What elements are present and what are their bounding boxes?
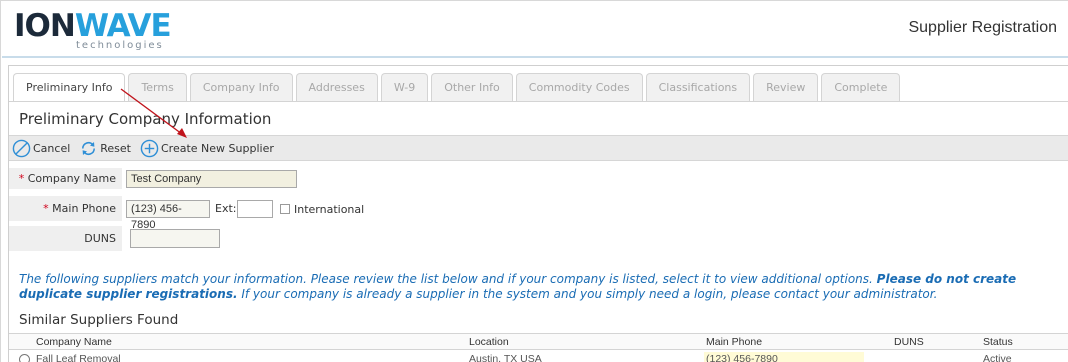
main-phone-label: * Main Phone: [9, 196, 122, 222]
tab-review[interactable]: Review: [753, 73, 819, 101]
reset-arrows-icon: [82, 141, 96, 155]
required-marker: *: [18, 172, 25, 185]
tab-company-info[interactable]: Company Info: [189, 73, 293, 101]
main-phone-label-text: Main Phone: [52, 202, 116, 215]
table-row[interactable]: Fall Leaf Removal Austin, TX USA (123) 4…: [9, 352, 1068, 362]
column-company-name[interactable]: Company Name: [36, 334, 112, 350]
tab-complete[interactable]: Complete: [821, 73, 901, 101]
duns-row: DUNS: [9, 226, 1068, 252]
cell-status: Active: [983, 353, 1012, 362]
duns-label: DUNS: [9, 226, 122, 252]
main-phone-row: * Main Phone (123) 456-7890 Ext: Interna…: [9, 196, 1068, 231]
cancel-circle-icon: [12, 139, 31, 157]
ext-input[interactable]: [237, 200, 273, 218]
reset-button[interactable]: Reset: [79, 139, 131, 158]
app-frame: IONWAVE technologies Supplier Registrati…: [0, 0, 1068, 362]
cancel-button[interactable]: Cancel: [12, 139, 70, 158]
tab-commodity-codes[interactable]: Commodity Codes: [515, 73, 643, 101]
create-new-supplier-label: Create New Supplier: [161, 141, 274, 155]
international-label: International: [294, 203, 365, 216]
required-marker: *: [43, 202, 49, 215]
duns-input[interactable]: [130, 229, 220, 248]
column-status[interactable]: Status: [983, 334, 1013, 350]
tab-terms[interactable]: Terms: [128, 73, 187, 101]
app-header: IONWAVE technologies Supplier Registrati…: [2, 2, 1068, 58]
registration-panel: Preliminary Info Terms Company Info Addr…: [8, 65, 1068, 362]
tab-bar: Preliminary Info Terms Company Info Addr…: [13, 73, 901, 102]
supplier-select-radio[interactable]: [19, 354, 30, 362]
info-text-part-2: If your company is already a supplier in…: [237, 287, 938, 301]
company-name-label: * Company Name: [9, 168, 122, 190]
logo-subtitle: technologies: [76, 40, 164, 51]
similar-suppliers-header: Company Name Location Main Phone DUNS St…: [9, 333, 1068, 350]
duplicate-warning-text: The following suppliers match your infor…: [19, 272, 1064, 302]
page-title: Supplier Registration: [908, 19, 1057, 36]
tab-divider: [9, 101, 1068, 102]
ext-label: Ext:: [215, 202, 237, 215]
create-new-supplier-button[interactable]: Create New Supplier: [140, 139, 274, 158]
cell-company: Fall Leaf Removal: [36, 353, 121, 362]
column-duns[interactable]: DUNS: [894, 334, 924, 350]
info-text-part-1: The following suppliers match your infor…: [19, 272, 877, 286]
tab-classifications[interactable]: Classifications: [645, 73, 751, 101]
tab-preliminary-info[interactable]: Preliminary Info: [13, 73, 126, 102]
tab-w9[interactable]: W-9: [380, 73, 429, 101]
cell-location: Austin, TX USA: [469, 353, 542, 362]
company-name-row: * Company Name Test Company: [9, 168, 1068, 192]
section-title: Preliminary Company Information: [19, 110, 272, 128]
cell-phone: (123) 456-7890: [704, 352, 864, 362]
similar-suppliers-title: Similar Suppliers Found: [19, 312, 179, 328]
company-name-label-text: Company Name: [27, 172, 116, 185]
international-checkbox[interactable]: [280, 204, 290, 214]
tab-addresses[interactable]: Addresses: [295, 73, 378, 101]
plus-circle-icon: [140, 139, 159, 157]
company-name-input[interactable]: Test Company: [126, 170, 297, 188]
logo-wordmark: IONWAVE: [14, 8, 172, 44]
action-toolbar: Cancel Reset Create New Supplier: [9, 135, 1068, 161]
tab-other-info[interactable]: Other Info: [431, 73, 513, 101]
ionwave-logo: IONWAVE technologies: [14, 8, 172, 52]
column-location[interactable]: Location: [469, 334, 509, 350]
reset-label: Reset: [100, 141, 131, 155]
column-main-phone[interactable]: Main Phone: [706, 334, 762, 350]
cancel-label: Cancel: [33, 141, 71, 155]
main-phone-input[interactable]: (123) 456-7890: [126, 200, 210, 231]
logo-wave: WAVE: [74, 8, 172, 44]
logo-ion: ION: [14, 8, 76, 44]
